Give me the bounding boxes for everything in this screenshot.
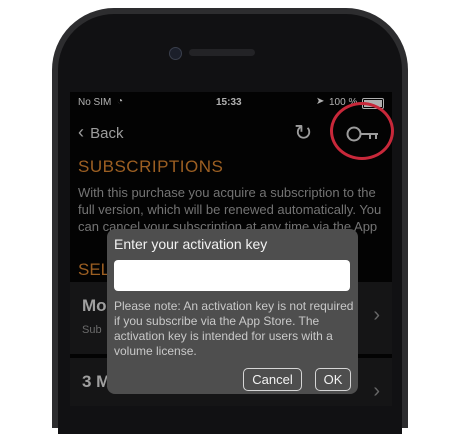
cancel-button[interactable]: Cancel bbox=[243, 368, 302, 391]
activation-key-input[interactable] bbox=[114, 260, 350, 291]
highlight-circle bbox=[330, 102, 394, 160]
camera-icon bbox=[169, 47, 182, 60]
activation-key-dialog: Enter your activation key Please note: A… bbox=[107, 229, 358, 394]
dialog-title: Enter your activation key bbox=[114, 236, 268, 252]
dialog-note: Please note: An activation key is not re… bbox=[114, 299, 354, 358]
ok-button[interactable]: OK bbox=[315, 368, 351, 391]
speaker-grille bbox=[189, 49, 255, 56]
